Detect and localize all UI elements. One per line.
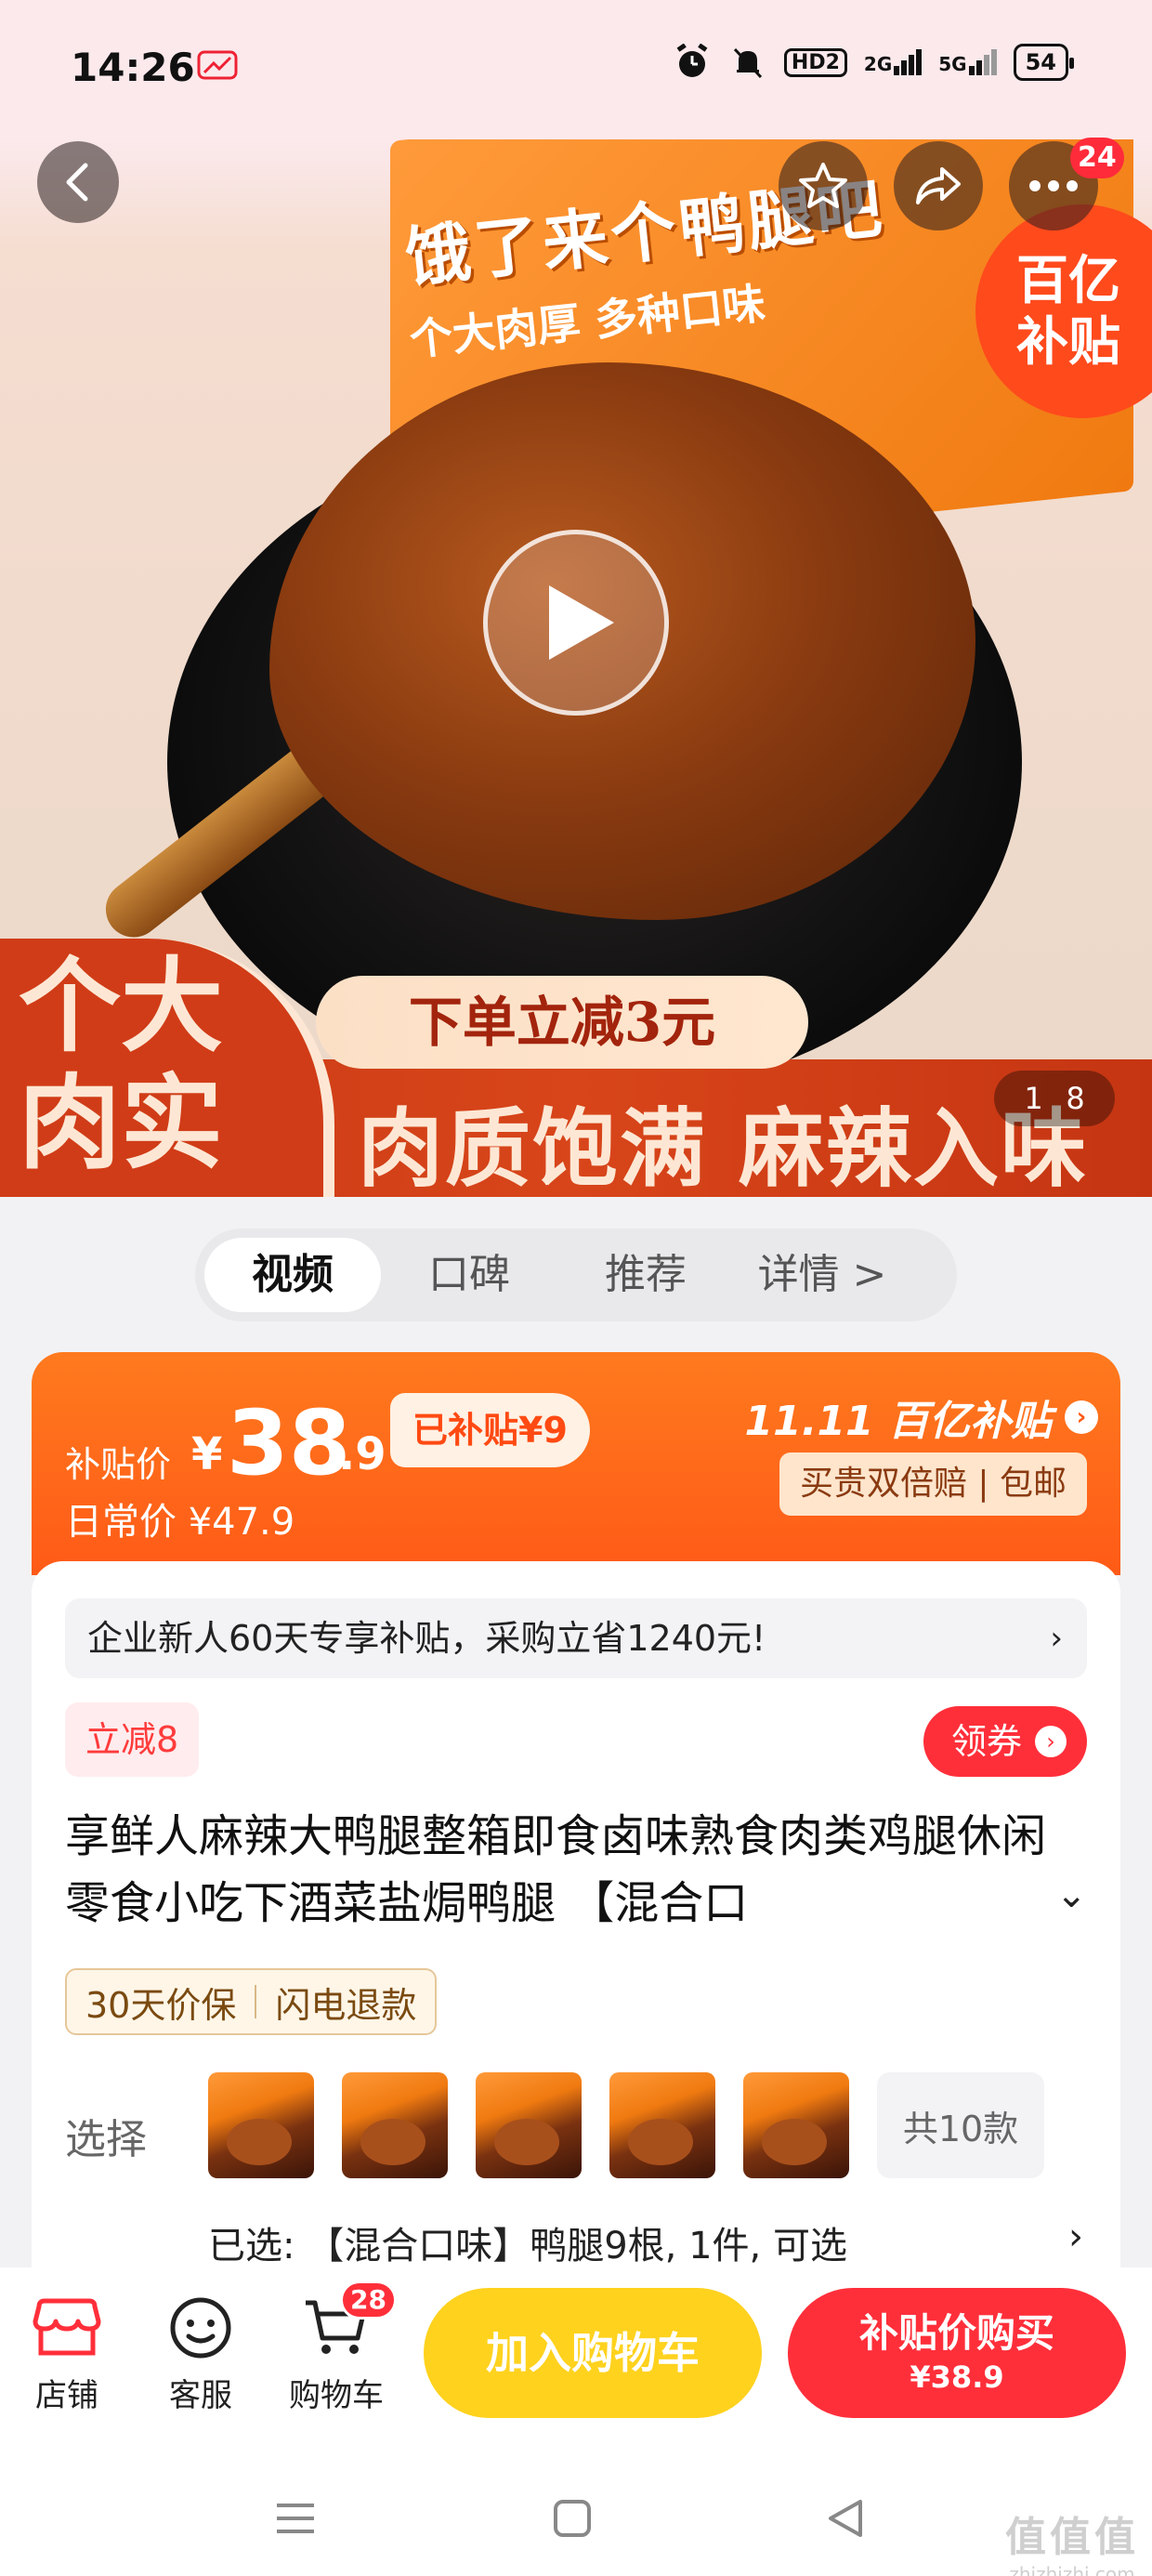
- expand-title-icon[interactable]: ⌄: [1055, 1873, 1087, 1916]
- add-to-cart-button[interactable]: 加入购物车: [424, 2288, 762, 2418]
- page-current: 1: [1024, 1081, 1043, 1116]
- cart-label: 购物车: [289, 2377, 384, 2414]
- more-dots-icon: [1029, 180, 1078, 191]
- battery-icon: 54: [1013, 44, 1075, 81]
- buy-price: ¥38.9: [910, 2359, 1004, 2395]
- daily-price: 日常价 ¥47.9: [65, 1501, 295, 1544]
- tab-details[interactable]: 详情 >: [734, 1238, 910, 1312]
- back-button[interactable]: [37, 141, 119, 223]
- smile-chat-icon: [170, 2297, 231, 2359]
- baiyi-subsidy-link[interactable]: 11.11 百亿补贴 ›: [744, 1387, 1098, 1447]
- trend-app-icon: [197, 50, 238, 80]
- system-nav-bar: 值值值 zhizhizhi.com: [0, 2453, 1152, 2576]
- badge-line-2: 补贴: [1016, 312, 1120, 373]
- share-button[interactable]: [894, 141, 983, 230]
- enterprise-promo-bar[interactable]: 企业新人60天专享补贴，采购立省1240元! ›: [65, 1598, 1087, 1678]
- menu-lines-icon: [277, 2504, 314, 2533]
- variant-thumbnail[interactable]: [476, 2072, 582, 2178]
- banner-left-line-2: 肉实: [19, 1063, 223, 1183]
- subsidy-price-label: 补贴价: [65, 1444, 172, 1485]
- tab-video[interactable]: 视频: [204, 1238, 381, 1312]
- variant-thumbnail[interactable]: [342, 2072, 448, 2178]
- promo-text: 企业新人60天专享补贴，采购立省1240元!: [87, 1618, 766, 1659]
- price-integer: 38: [227, 1391, 351, 1495]
- chevron-right-icon: ›: [1065, 1400, 1098, 1434]
- service-tags[interactable]: 30天价保 闪电退款: [65, 1968, 438, 2035]
- favorite-button[interactable]: [779, 141, 868, 230]
- cart-button[interactable]: 28 购物车: [281, 2280, 397, 2415]
- hero-banner-left-text: 个大 肉实: [19, 948, 279, 1182]
- chevron-right-icon: ›: [1068, 2215, 1083, 2258]
- variant-thumbnail[interactable]: [208, 2072, 314, 2178]
- gallery-page-counter: 1 8: [994, 1071, 1115, 1126]
- signal-5g-icon: 5G: [938, 49, 997, 75]
- star-icon: [799, 163, 847, 208]
- shop-label: 店铺: [35, 2377, 98, 2414]
- bell-muted-icon: [728, 43, 767, 82]
- message-count-badge: 24: [1070, 138, 1124, 178]
- select-label: 选择: [65, 2116, 147, 2163]
- video-play-button[interactable]: [483, 530, 669, 716]
- chevron-right-icon: ›: [1035, 1726, 1067, 1757]
- status-time: 14:26: [71, 45, 195, 90]
- buy-label: 补贴价购买: [858, 2310, 1054, 2356]
- signal-2g-icon: 2G: [863, 49, 923, 75]
- triangle-back-icon: [829, 2500, 862, 2537]
- signal-2g-label: 2G: [863, 53, 893, 75]
- chevron-left-icon: [66, 163, 88, 202]
- subsidy-amount-tag: 已补贴¥9: [390, 1393, 590, 1467]
- cart-count-badge: 28: [340, 2280, 397, 2320]
- play-icon: [549, 585, 614, 660]
- all-variants-button[interactable]: 共10款: [877, 2072, 1044, 2178]
- home-button[interactable]: [544, 2491, 600, 2546]
- variant-thumbnails: 共10款: [208, 2072, 1044, 2178]
- guarantee-tag[interactable]: 买贵双倍赔 | 包邮: [779, 1452, 1087, 1516]
- status-icons: HD2 2G 5G 54: [673, 43, 1075, 82]
- price-decimal: .9: [338, 1428, 386, 1480]
- get-coupon-button[interactable]: 领券 ›: [923, 1706, 1087, 1777]
- customer-service-button[interactable]: 客服: [145, 2286, 256, 2415]
- signal-5g-label: 5G: [938, 53, 967, 75]
- recents-button[interactable]: [268, 2491, 323, 2546]
- product-hero-gallery[interactable]: 饿了来个鸭腿吧 个大肉厚 多种口味 百亿 补贴 下单立减3元 个大 肉实 肉质饱…: [0, 139, 1152, 1197]
- price-card: 补贴价 ¥ 38 .9 已补贴¥9 日常价 ¥47.9 11.11 百亿补贴 ›…: [32, 1352, 1120, 1575]
- share-icon: [916, 167, 961, 204]
- fast-refund-tag: 闪电退款: [275, 1984, 417, 2026]
- product-title[interactable]: 享鲜人麻辣大鸭腿整箱即食卤味熟食肉类鸡腿休闲零食小吃下酒菜盐焗鸭腿 【混合口: [65, 1803, 1087, 1937]
- tab-recommend[interactable]: 推荐: [557, 1238, 734, 1312]
- selected-variant-text[interactable]: 已选: 【混合口味】鸭腿9根, 1件, 可选: [208, 2215, 847, 2269]
- coupon-label: 领券: [950, 1721, 1022, 1762]
- back-nav-button[interactable]: [818, 2491, 873, 2546]
- page-total: 8: [1066, 1081, 1085, 1116]
- discount-tag: 立减8: [65, 1702, 200, 1777]
- bottom-action-bar: 店铺 客服 28 购物车 加入购物车 补贴价购买 ¥38.9: [0, 2267, 1152, 2453]
- service-label: 客服: [169, 2377, 232, 2414]
- site-watermark: 值值值 zhizhizhi.com: [1005, 2504, 1139, 2576]
- status-bar: 14:26 HD2 2G 5G 54: [0, 0, 1152, 139]
- badge-line-1: 百亿: [1016, 251, 1120, 311]
- variant-thumbnail[interactable]: [609, 2072, 715, 2178]
- tab-reviews[interactable]: 口碑: [381, 1238, 557, 1312]
- price-currency: ¥: [191, 1428, 223, 1480]
- banner-left-line-1: 个大: [19, 946, 223, 1066]
- square-icon: [554, 2500, 591, 2537]
- watermark-url: zhizhizhi.com: [1009, 2563, 1135, 2576]
- hd-voice-badge: HD2: [783, 47, 847, 77]
- chevron-right-icon: ›: [1050, 1620, 1063, 1657]
- campaign-label: 11.11 百亿补贴: [744, 1398, 1053, 1445]
- price-protect-tag: 30天价保: [85, 1984, 237, 2026]
- shop-icon: [33, 2298, 101, 2356]
- shop-button[interactable]: 店铺: [11, 2286, 123, 2415]
- detail-tabs: 视频 口碑 推荐 详情 >: [195, 1229, 957, 1321]
- watermark-logo: 值值值: [1005, 2514, 1139, 2561]
- buy-now-button[interactable]: 补贴价购买 ¥38.9: [788, 2288, 1126, 2418]
- product-info-card: 企业新人60天专享补贴，采购立省1240元! › 立减8 领券 › 享鲜人麻辣大…: [32, 1561, 1120, 2267]
- variant-thumbnail[interactable]: [743, 2072, 849, 2178]
- hero-banner-main-text: 肉质饱满 麻辣入味: [358, 1098, 1089, 1197]
- hero-banner-discount: 下单立减3元: [316, 976, 808, 1069]
- alarm-icon: [673, 43, 712, 82]
